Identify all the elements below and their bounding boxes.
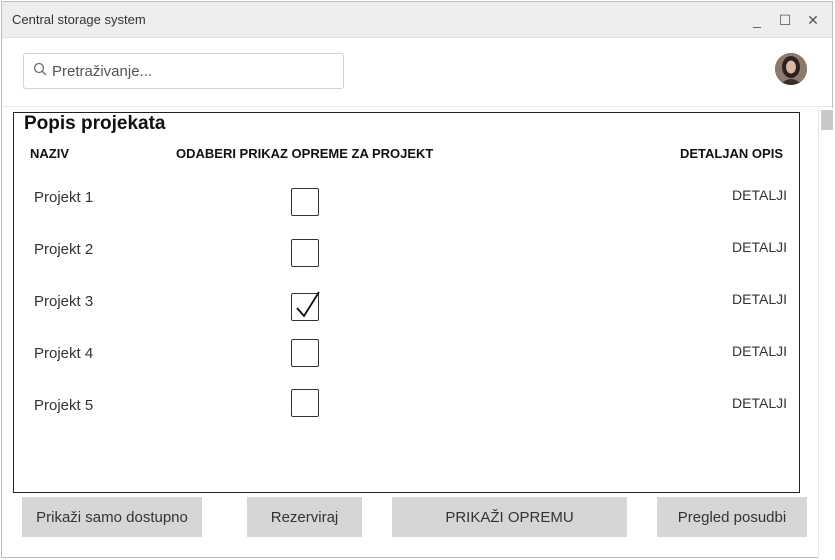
project-name: Projekt 1: [34, 189, 94, 206]
vertical-scrollbar[interactable]: [818, 108, 834, 558]
column-header-details: DETALJAN OPIS: [679, 146, 783, 161]
search-icon: [33, 62, 47, 81]
checkmark-icon: [296, 291, 320, 318]
search-box[interactable]: [23, 53, 344, 89]
projects-panel: Popis projekata NAZIV ODABERI PRIKAZ OPR…: [13, 112, 800, 493]
details-link[interactable]: DETALJI: [732, 239, 787, 255]
top-toolbar: [2, 39, 832, 107]
reserve-button[interactable]: Rezerviraj: [247, 497, 362, 537]
close-button[interactable]: ✕: [802, 8, 824, 32]
loans-overview-button[interactable]: Pregled posudbi: [657, 497, 807, 537]
project-checkbox[interactable]: [291, 188, 319, 216]
project-checkbox[interactable]: [291, 339, 319, 367]
column-header-name: NAZIV: [30, 146, 69, 161]
project-checkbox[interactable]: [291, 389, 319, 417]
project-name: Projekt 5: [34, 397, 94, 414]
title-bar: Central storage system _ ☐ ✕: [2, 2, 832, 38]
maximize-icon: ☐: [778, 11, 792, 28]
show-available-button[interactable]: Prikaži samo dostupno: [22, 497, 202, 537]
maximize-button[interactable]: ☐: [774, 8, 796, 32]
project-name: Projekt 2: [34, 241, 94, 258]
details-link[interactable]: DETALJI: [732, 395, 787, 411]
project-checkbox[interactable]: [291, 291, 320, 321]
show-equipment-button[interactable]: PRIKAŽI OPREMU: [392, 497, 627, 537]
column-header-select: ODABERI PRIKAZ OPREME ZA PROJEKT: [176, 146, 434, 161]
scrollbar-thumb[interactable]: [821, 110, 833, 130]
close-icon: ✕: [807, 11, 819, 28]
details-link[interactable]: DETALJI: [732, 343, 787, 359]
details-link[interactable]: DETALJI: [732, 291, 787, 307]
project-name: Projekt 4: [34, 345, 94, 362]
window-title: Central storage system: [12, 12, 146, 27]
minimize-button[interactable]: _: [746, 8, 768, 32]
search-input[interactable]: [52, 62, 332, 80]
page-title: Popis projekata: [24, 113, 166, 134]
project-checkbox[interactable]: [291, 239, 319, 267]
project-name: Projekt 3: [34, 293, 94, 310]
user-avatar-icon: [775, 53, 807, 85]
window-controls: _ ☐ ✕: [746, 8, 824, 32]
details-link[interactable]: DETALJI: [732, 187, 787, 203]
minimize-icon: _: [753, 12, 761, 28]
avatar[interactable]: [775, 53, 807, 85]
